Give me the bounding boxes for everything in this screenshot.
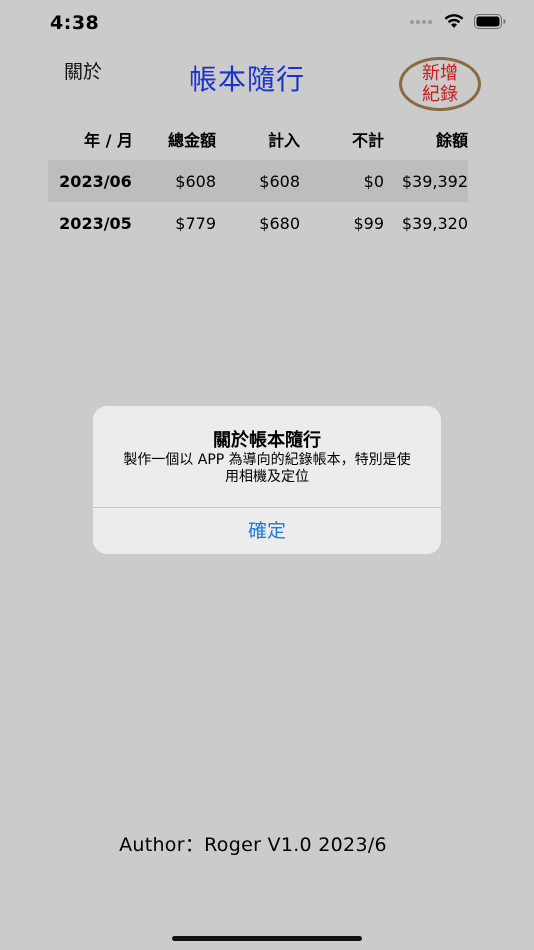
cell-month: 2023/05 xyxy=(59,213,132,233)
cell-uncounted: $99 xyxy=(353,213,384,233)
status-bar: 4:38 xyxy=(0,0,534,48)
home-indicator[interactable] xyxy=(172,936,362,941)
alert-message: 製作一個以 APP 為導向的紀錄帳本，特別是使用相機及定位 xyxy=(123,452,411,485)
status-time: 4:38 xyxy=(50,12,100,34)
battery-icon xyxy=(474,14,506,29)
table-row[interactable]: 2023/05 $779 $680 $99 $39,320 xyxy=(48,202,468,244)
cell-month: 2023/06 xyxy=(59,171,132,191)
cell-balance: $39,392 xyxy=(401,171,468,191)
status-icons xyxy=(410,14,506,29)
header-uncounted: 不計 xyxy=(351,131,384,150)
cell-counted: $608 xyxy=(259,171,300,191)
monthly-summary-table: 年 / 月 總金額 計入 不計 餘額 2023/06 $608 $608 $0 … xyxy=(48,118,468,244)
header-balance: 餘額 xyxy=(435,131,468,150)
add-record-button[interactable]: 新增 紀錄 xyxy=(399,57,481,111)
cell-total: $779 xyxy=(175,213,216,233)
signal-dots-icon xyxy=(410,19,432,24)
table-row[interactable]: 2023/06 $608 $608 $0 $39,392 xyxy=(48,160,468,202)
header-total: 總金額 xyxy=(167,131,216,150)
header-month: 年 / 月 xyxy=(84,131,133,150)
wifi-icon xyxy=(444,14,464,28)
table-header: 年 / 月 總金額 計入 不計 餘額 xyxy=(48,118,468,160)
author-version-text: Author：Roger V1.0 2023/6 xyxy=(119,834,387,856)
header-counted: 計入 xyxy=(267,131,300,150)
cell-uncounted: $0 xyxy=(363,171,384,191)
alert-title: 關於帳本隨行 xyxy=(213,430,321,451)
cell-total: $608 xyxy=(175,171,216,191)
cell-counted: $680 xyxy=(259,213,300,233)
about-alert-dialog: 關於帳本隨行 製作一個以 APP 為導向的紀錄帳本，特別是使用相機及定位 確定 xyxy=(93,406,441,554)
confirm-button[interactable]: 確定 xyxy=(93,508,441,554)
cell-balance: $39,320 xyxy=(401,213,468,233)
